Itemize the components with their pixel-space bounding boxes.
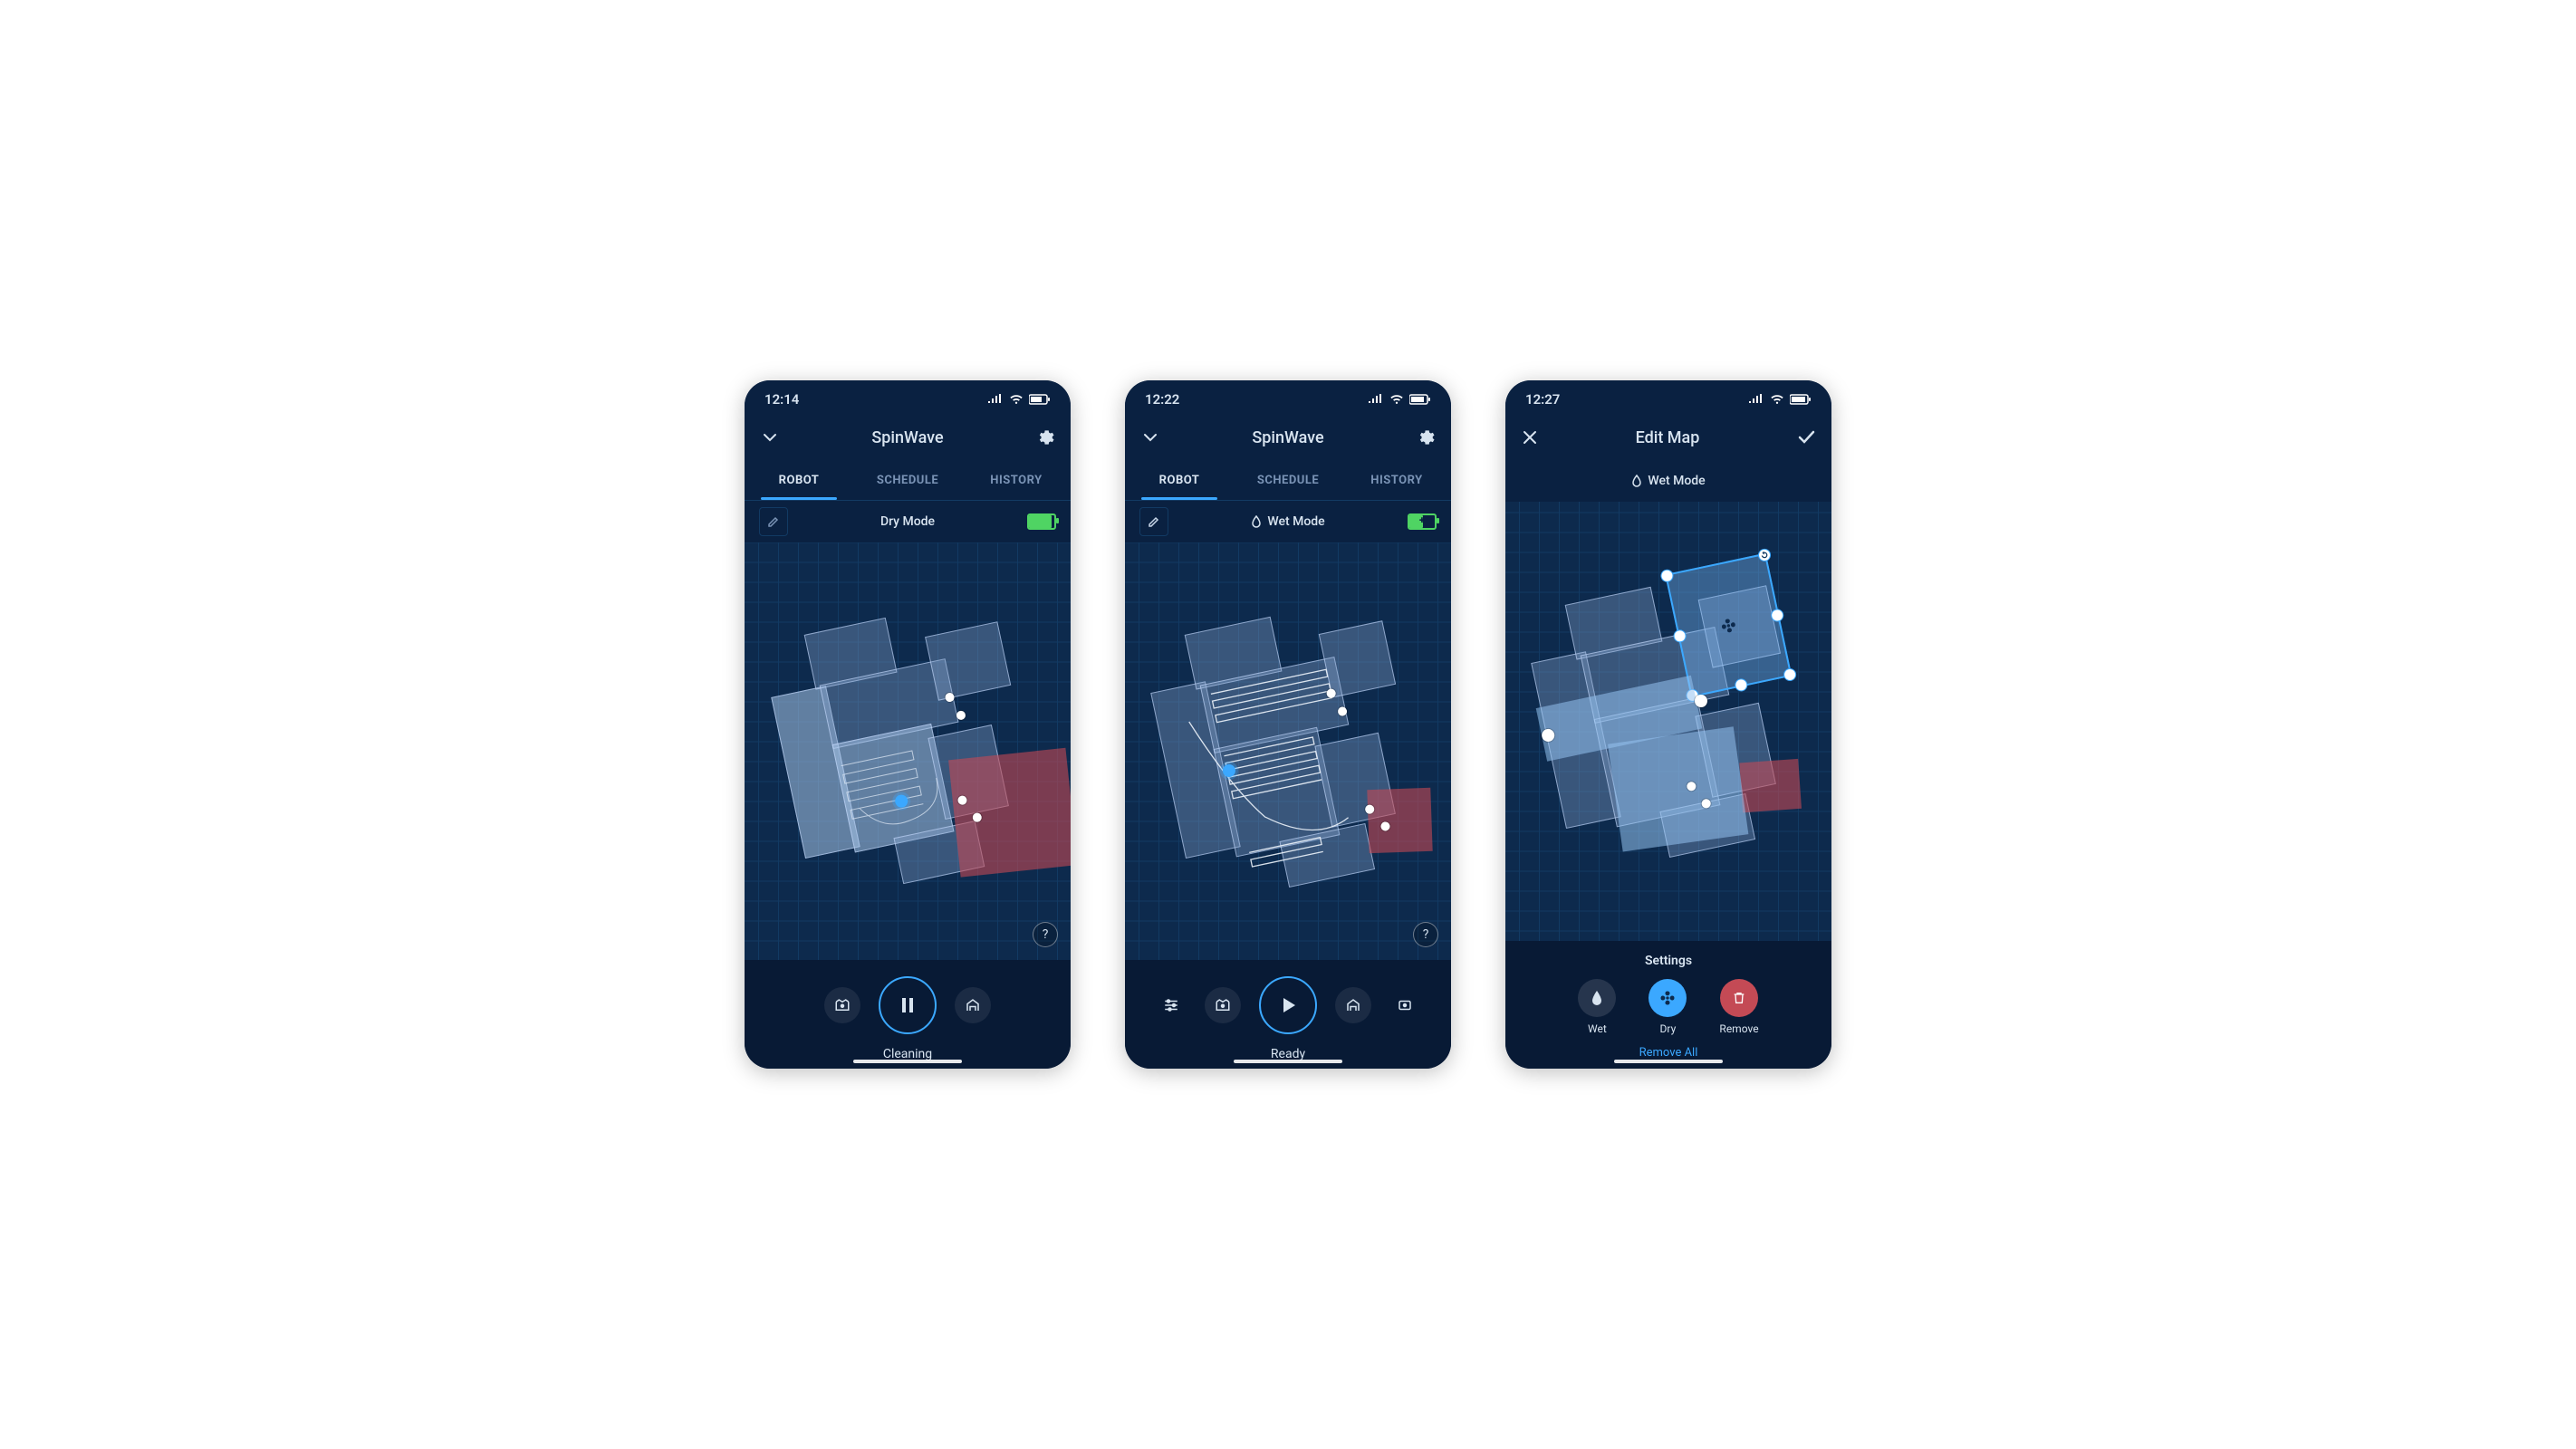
mode-label: Dry Mode <box>795 514 1020 529</box>
dock-home-button[interactable] <box>1335 987 1371 1023</box>
resize-handle[interactable] <box>1659 568 1675 583</box>
chevron-down-icon[interactable] <box>1141 428 1159 446</box>
droplet-icon <box>1251 515 1262 528</box>
phone-screen-2: 12:22 SpinWave ROBOT SCHEDULE HISTORY We… <box>1125 380 1451 1069</box>
battery-charging-icon: + <box>1408 513 1437 530</box>
tab-schedule[interactable]: SCHEDULE <box>1234 460 1342 500</box>
home-indicator[interactable] <box>853 1060 962 1063</box>
play-button[interactable] <box>1259 976 1317 1034</box>
check-icon[interactable] <box>1797 428 1815 446</box>
header-title: Edit Map <box>1538 428 1797 447</box>
tab-robot[interactable]: ROBOT <box>1125 460 1234 500</box>
setting-wet[interactable]: Wet <box>1578 979 1616 1035</box>
mode-row: Dry Mode <box>745 501 1071 542</box>
settings-title: Settings <box>1645 954 1692 968</box>
tab-history[interactable]: HISTORY <box>1342 460 1451 500</box>
status-bar: 12:22 <box>1125 380 1451 415</box>
control-panel: Cleaning <box>745 960 1071 1069</box>
remove-all-link[interactable]: Remove All <box>1639 1046 1698 1060</box>
status-indicators <box>987 394 1051 405</box>
phone-screen-1: 12:14 SpinWave ROBOT SCHEDULE HISTORY Dr… <box>745 380 1071 1069</box>
help-button[interactable]: ? <box>1033 922 1058 947</box>
battery-status-icon <box>1029 394 1051 405</box>
help-button[interactable]: ? <box>1413 922 1438 947</box>
mode-label: Wet Mode <box>1176 514 1400 529</box>
setting-dry[interactable]: Dry <box>1648 979 1687 1035</box>
setting-remove[interactable]: Remove <box>1719 979 1758 1035</box>
fan-icon <box>1658 989 1677 1007</box>
setting-label: Dry <box>1660 1022 1677 1035</box>
setting-label: Wet <box>1588 1022 1607 1035</box>
phone-screen-3: 12:27 Edit Map Wet Mode <box>1505 380 1831 1069</box>
zone-wet[interactable] <box>1608 726 1748 851</box>
battery-status-icon <box>1409 394 1431 405</box>
setting-label: Remove <box>1719 1022 1758 1035</box>
floor-map[interactable]: ? <box>1125 542 1451 960</box>
home-indicator[interactable] <box>1234 1060 1342 1063</box>
header-title: SpinWave <box>779 428 1036 447</box>
clean-map-button[interactable] <box>824 987 860 1023</box>
clean-map-button[interactable] <box>1205 987 1241 1023</box>
tab-bar: ROBOT SCHEDULE HISTORY <box>745 460 1071 501</box>
battery-icon <box>1027 513 1056 530</box>
rotate-handle[interactable] <box>1757 547 1773 562</box>
close-icon[interactable] <box>1522 429 1538 446</box>
battery-status-icon <box>1790 394 1812 405</box>
status-time: 12:14 <box>764 391 799 408</box>
home-indicator[interactable] <box>1614 1060 1723 1063</box>
header-title: SpinWave <box>1159 428 1417 447</box>
mode-row: Wet Mode + <box>1125 501 1451 542</box>
wifi-icon <box>1770 394 1784 405</box>
status-time: 12:22 <box>1145 391 1179 408</box>
mode-label: Wet Mode <box>1520 474 1817 488</box>
tab-schedule[interactable]: SCHEDULE <box>853 460 962 500</box>
status-indicators <box>1748 394 1812 405</box>
app-header: Edit Map <box>1505 415 1831 460</box>
trash-icon <box>1732 990 1746 1006</box>
tab-bar: ROBOT SCHEDULE HISTORY <box>1125 460 1451 501</box>
gear-icon[interactable] <box>1417 428 1435 446</box>
control-panel: Ready <box>1125 960 1451 1069</box>
status-bar: 12:14 <box>745 380 1071 415</box>
droplet-icon <box>1590 990 1604 1006</box>
resize-handle[interactable] <box>1734 677 1749 693</box>
floor-map[interactable]: ? <box>745 542 1071 960</box>
status-time: 12:27 <box>1525 391 1560 408</box>
filters-button[interactable] <box>1156 990 1187 1021</box>
tab-robot[interactable]: ROBOT <box>745 460 853 500</box>
wifi-icon <box>1009 394 1024 405</box>
dock-home-button[interactable] <box>955 987 991 1023</box>
signal-icon <box>987 394 1004 405</box>
wifi-icon <box>1389 394 1404 405</box>
signal-icon <box>1748 394 1764 405</box>
floor-map-edit[interactable] <box>1505 502 1831 941</box>
resize-handle[interactable] <box>1770 607 1785 622</box>
droplet-icon <box>1631 475 1642 487</box>
signal-icon <box>1368 394 1384 405</box>
edit-map-button[interactable] <box>759 507 788 536</box>
fan-icon <box>1717 614 1739 636</box>
app-header: SpinWave <box>1125 415 1451 460</box>
settings-panel: Settings Wet Dry Remove Remove All <box>1505 941 1831 1069</box>
edit-map-button[interactable] <box>1139 507 1168 536</box>
status-bar: 12:27 <box>1505 380 1831 415</box>
mode-row: Wet Mode <box>1505 460 1831 502</box>
gear-icon[interactable] <box>1036 428 1054 446</box>
app-header: SpinWave <box>745 415 1071 460</box>
cleaning-path <box>760 593 1055 910</box>
locate-button[interactable] <box>1389 990 1420 1021</box>
chevron-down-icon[interactable] <box>761 428 779 446</box>
tab-history[interactable]: HISTORY <box>962 460 1071 500</box>
pause-button[interactable] <box>879 976 937 1034</box>
resize-handle[interactable] <box>1783 667 1798 682</box>
status-indicators <box>1368 394 1431 405</box>
cleaning-path <box>1140 593 1436 910</box>
